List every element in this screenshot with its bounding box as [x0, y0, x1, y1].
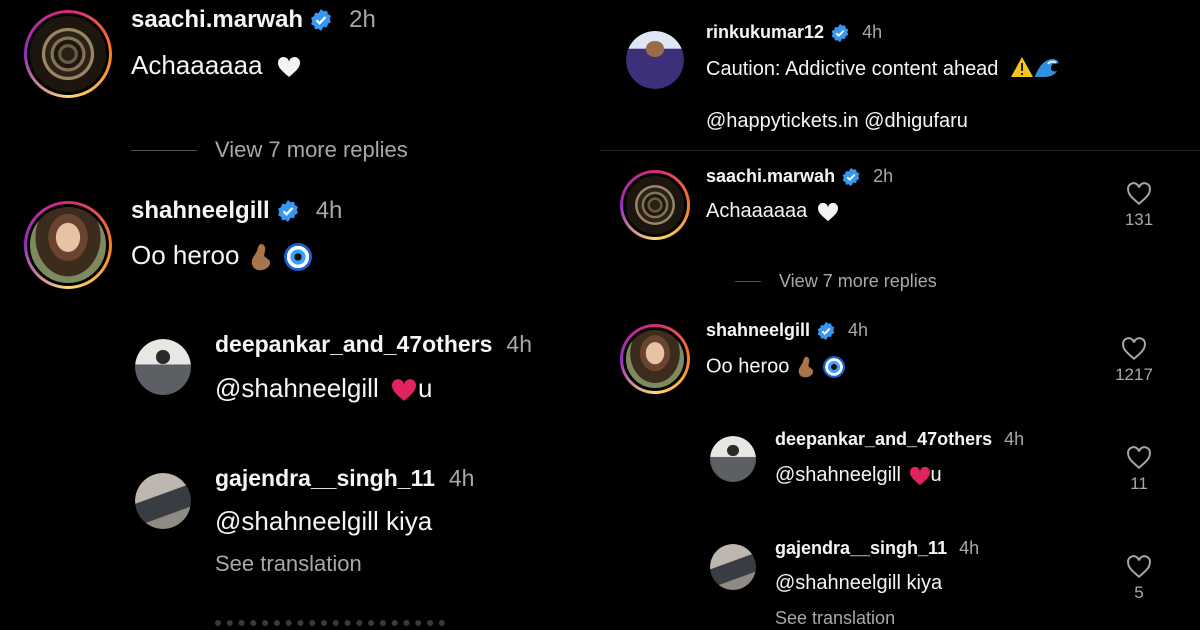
username[interactable]: saachi.marwah — [706, 166, 835, 187]
caption-text: Caution: Addictive content ahead — [706, 58, 999, 80]
red-heart-emoji — [391, 379, 416, 402]
wave-emoji — [1035, 59, 1059, 77]
comment-text: Oo heroo — [706, 355, 790, 378]
view-more-label: View 7 more replies — [215, 137, 408, 162]
verified-badge-icon — [277, 200, 298, 222]
timestamp: 2h — [873, 166, 894, 186]
avatar[interactable] — [620, 170, 690, 240]
thread-line — [131, 149, 197, 151]
username[interactable]: shahneelgill — [131, 197, 270, 225]
timestamp: 4h — [1004, 429, 1025, 449]
like-count: 5 — [1134, 583, 1144, 602]
username[interactable]: gajendra__singh_11 — [775, 538, 947, 559]
timestamp: 2h — [349, 6, 376, 33]
pinched-fingers-emoji — [251, 244, 270, 271]
view-more-replies[interactable]: View 7 more replies — [131, 137, 408, 163]
heart-outline-icon — [1127, 182, 1151, 206]
heart-outline-icon — [1122, 337, 1146, 361]
avatar[interactable] — [710, 436, 756, 482]
username[interactable]: shahneelgill — [706, 320, 810, 341]
username[interactable]: deepankar_and_47others — [775, 429, 992, 450]
view-more-replies[interactable]: View 7 more replies — [735, 271, 937, 292]
avatar[interactable] — [24, 10, 112, 98]
see-translation-link[interactable]: See translation — [775, 608, 895, 629]
right-comments-panel: rinkukumar12 4h Caution: Addictive conte… — [600, 0, 1200, 630]
comment-text: u — [930, 464, 942, 486]
timestamp: 4h — [848, 320, 869, 340]
like-button[interactable]: 1217 — [1104, 337, 1164, 385]
view-more-label: View 7 more replies — [779, 271, 937, 291]
verified-badge-icon — [817, 321, 835, 340]
pinched-fingers-emoji — [798, 356, 814, 378]
timestamp: 4h — [506, 331, 532, 357]
username[interactable]: gajendra__singh_11 — [215, 465, 435, 492]
avatar[interactable] — [135, 339, 191, 395]
warning-emoji — [1011, 57, 1033, 77]
avatar[interactable] — [620, 324, 690, 394]
avatar[interactable] — [135, 473, 191, 529]
like-count: 131 — [1124, 210, 1154, 229]
red-heart-emoji — [909, 466, 930, 485]
like-count: 11 — [1130, 474, 1148, 493]
heart-outline-icon — [1127, 446, 1151, 470]
white-heart-emoji — [277, 57, 300, 78]
avatar[interactable] — [24, 201, 112, 289]
mention[interactable]: @shahneelgill — [775, 464, 901, 486]
like-count: 1217 — [1115, 365, 1153, 384]
timestamp: 4h — [862, 22, 883, 42]
comment-text: Achaaaaaa — [706, 200, 808, 222]
timestamp: 4h — [959, 538, 980, 558]
left-comments-panel: saachi.marwah 2h Achaaaaaa View 7 more r… — [0, 0, 600, 630]
username[interactable]: rinkukumar12 — [706, 22, 824, 43]
white-heart-emoji — [817, 202, 838, 221]
divider — [600, 150, 1200, 151]
comment-text: Achaaaaaa — [131, 50, 263, 80]
comment-text: Oo heroo — [131, 240, 240, 270]
username[interactable]: deepankar_and_47others — [215, 331, 492, 358]
see-translation-link[interactable]: See translation — [215, 551, 362, 577]
cut-off-row — [215, 620, 445, 630]
verified-badge-icon — [311, 9, 331, 31]
like-button[interactable]: 5 — [1109, 555, 1169, 603]
verified-badge-icon — [831, 23, 849, 42]
avatar[interactable] — [626, 31, 684, 89]
avatar[interactable] — [710, 544, 756, 590]
nazar-amulet-emoji — [822, 356, 845, 378]
thread-line — [735, 281, 761, 282]
heart-outline-icon — [1127, 555, 1151, 579]
comment-text: u — [417, 373, 433, 403]
comment-text: @shahneelgill kiya — [215, 506, 433, 536]
username[interactable]: saachi.marwah — [131, 6, 303, 34]
like-button[interactable]: 131 — [1109, 182, 1169, 230]
verified-badge-icon — [842, 167, 860, 186]
mention[interactable]: @shahneelgill — [215, 373, 379, 403]
timestamp: 4h — [315, 197, 343, 224]
mentions[interactable]: @happytickets.in @dhigufaru — [706, 110, 968, 133]
timestamp: 4h — [448, 465, 475, 491]
comment-text: @shahneelgill kiya — [775, 572, 943, 594]
nazar-amulet-emoji — [283, 243, 312, 272]
like-button[interactable]: 11 — [1109, 446, 1169, 494]
